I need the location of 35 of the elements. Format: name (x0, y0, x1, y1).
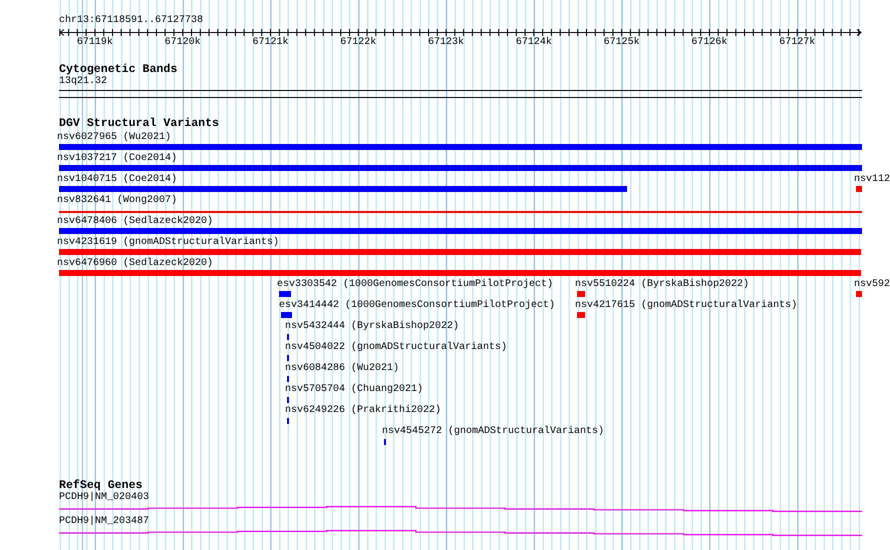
transcript-label: PCDH9|NM_020403 (59, 492, 150, 503)
location-label: chr13:67118591..67127738 (59, 15, 204, 27)
tick-label: 67124k (516, 37, 552, 48)
feature-label: nsv5510224 (ByrskaBishop2022) (575, 279, 750, 290)
feature-label: nsv6476960 (Sedlazeck2020) (57, 258, 214, 269)
feature-label: nsv832641 (Wong2007) (57, 195, 178, 206)
feature-label: nsv6478406 (Sedlazeck2020) (57, 216, 214, 227)
feature-label: nsv1037217 (Coe2014) (57, 153, 178, 164)
track-title: RefSeq Genes (59, 480, 142, 492)
tick-label: 67122k (340, 37, 376, 48)
track-title: Cytogenetic Bands (59, 64, 178, 76)
feature-label: esv3303542 (1000GenomesConsortiumPilotProject) (276, 279, 554, 290)
feature-label: nsv4545272 (gnomADStructuralVariants) (382, 426, 604, 437)
feature-label: nsv112 (854, 174, 890, 185)
feature-label: nsv4504022 (gnomADStructuralVariants) (284, 342, 508, 353)
feature-label: nsv5432444 (ByrskaBishop2022) (284, 321, 460, 332)
tick-label: 67120k (164, 37, 201, 48)
feature-label: nsv6084286 (Wu2021) (284, 363, 400, 374)
feature-label: nsv592 (854, 279, 890, 290)
tick-label: 67127k (779, 37, 816, 48)
band-label: 13q21.32 (59, 76, 108, 87)
feature-label: esv3414442 (1000GenomesConsortiumPilotProject) (279, 300, 556, 311)
tick-label: 67119k (76, 37, 113, 48)
transcript-label: PCDH9|NM_203487 (59, 516, 150, 527)
feature-label: nsv6027965 (Wu2021) (57, 132, 172, 143)
feature-label: nsv4217615 (gnomADStructuralVariants) (575, 300, 798, 311)
feature-label: nsv1040715 (Coe2014) (57, 174, 178, 185)
feature-label: nsv4231619 (gnomADStructuralVariants) (57, 237, 280, 248)
track-title: DGV Structural Variants (59, 118, 220, 130)
tick-label: 67123k (428, 37, 464, 48)
tick-label: 67125k (604, 37, 640, 48)
feature-label: nsv5705704 (Chuang2021) (284, 384, 424, 395)
tick-label: 67126k (691, 37, 728, 48)
tick-label: 67121k (252, 37, 288, 48)
feature-label: nsv6249226 (Prakrithi2022) (284, 405, 442, 416)
